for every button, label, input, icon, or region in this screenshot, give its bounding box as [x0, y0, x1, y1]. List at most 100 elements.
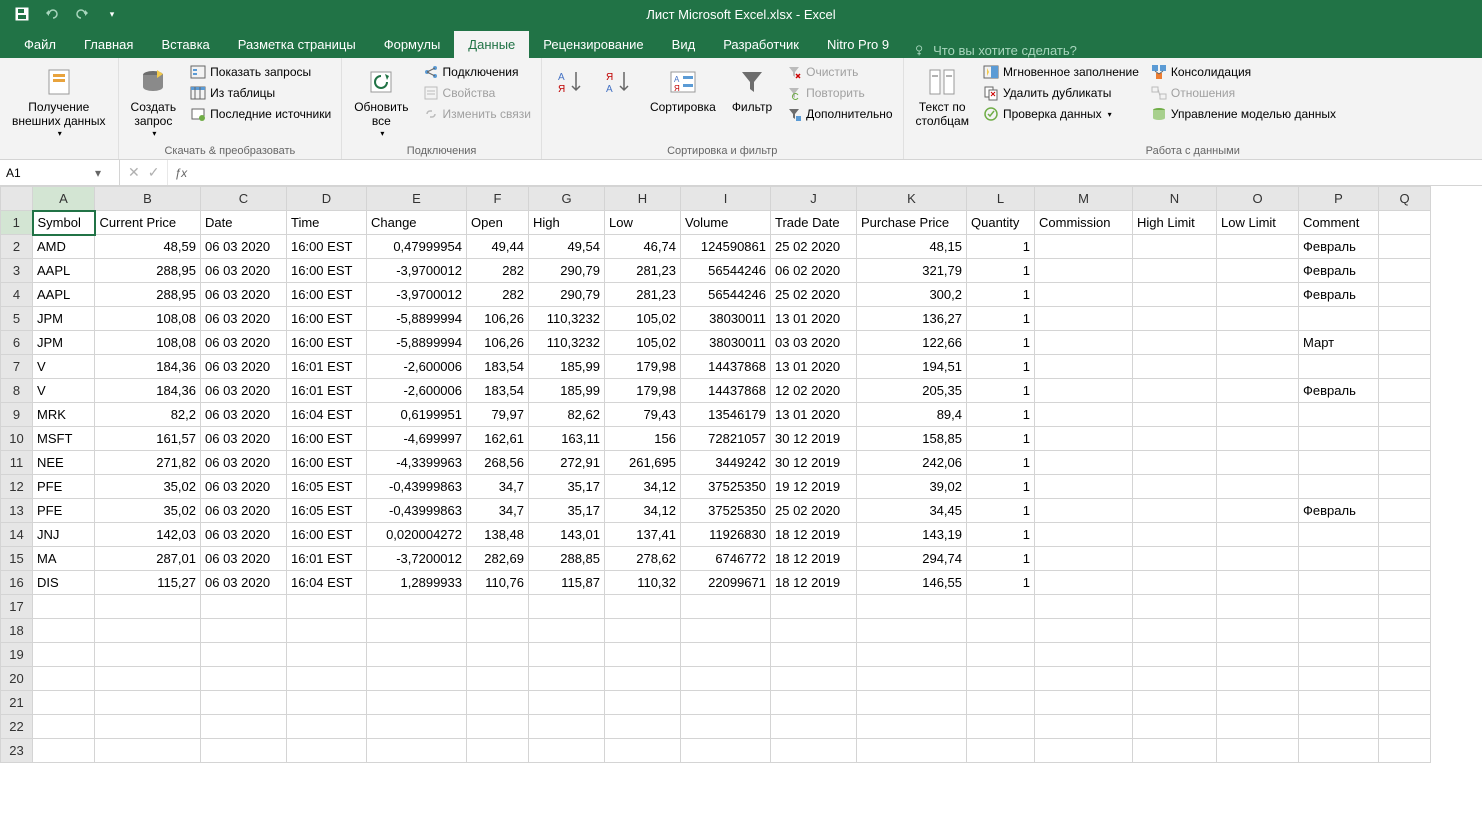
connections-button[interactable]: Подключения [419, 62, 535, 82]
cell[interactable]: AAPL [33, 283, 95, 307]
cell[interactable] [529, 667, 605, 691]
cell[interactable]: -4,699997 [367, 427, 467, 451]
cell[interactable]: 179,98 [605, 355, 681, 379]
cell[interactable] [1299, 571, 1379, 595]
cell[interactable] [967, 691, 1035, 715]
cell[interactable] [1035, 739, 1133, 763]
cell[interactable] [771, 643, 857, 667]
cell[interactable]: 38030011 [681, 307, 771, 331]
column-header-I[interactable]: I [681, 187, 771, 211]
cell[interactable]: 6746772 [681, 547, 771, 571]
cell[interactable]: 1 [967, 283, 1035, 307]
cell[interactable]: 122,66 [857, 331, 967, 355]
cell[interactable] [1379, 523, 1431, 547]
cell[interactable]: 16:05 EST [287, 475, 367, 499]
cell[interactable] [1379, 595, 1431, 619]
cell[interactable]: -0,43999863 [367, 499, 467, 523]
cell[interactable]: 30 12 2019 [771, 451, 857, 475]
cell[interactable] [529, 619, 605, 643]
cell[interactable] [201, 715, 287, 739]
cell[interactable]: 110,76 [467, 571, 529, 595]
cell[interactable]: 290,79 [529, 283, 605, 307]
cell[interactable]: 321,79 [857, 259, 967, 283]
cell[interactable] [967, 643, 1035, 667]
cell[interactable] [857, 595, 967, 619]
cell[interactable]: 34,12 [605, 499, 681, 523]
cell[interactable] [1379, 379, 1431, 403]
cell[interactable]: 18 12 2019 [771, 571, 857, 595]
row-header[interactable]: 19 [1, 643, 33, 667]
cell[interactable]: 48,15 [857, 235, 967, 259]
cell[interactable] [1299, 403, 1379, 427]
cell[interactable]: 18 12 2019 [771, 523, 857, 547]
cell[interactable] [287, 595, 367, 619]
cell[interactable] [95, 595, 201, 619]
cell[interactable] [1035, 259, 1133, 283]
cell[interactable]: 115,27 [95, 571, 201, 595]
cell[interactable]: 11926830 [681, 523, 771, 547]
cell[interactable] [467, 595, 529, 619]
cell[interactable] [605, 643, 681, 667]
cell[interactable] [1379, 283, 1431, 307]
accept-formula-icon[interactable]: ✓ [148, 164, 160, 181]
cell[interactable] [367, 715, 467, 739]
cell[interactable] [95, 739, 201, 763]
row-header[interactable]: 6 [1, 331, 33, 355]
cell[interactable]: 35,02 [95, 475, 201, 499]
tab-разметка страницы[interactable]: Разметка страницы [224, 31, 370, 58]
cell[interactable] [95, 715, 201, 739]
cell[interactable]: 205,35 [857, 379, 967, 403]
row-header[interactable]: 8 [1, 379, 33, 403]
row-header[interactable]: 18 [1, 619, 33, 643]
cell[interactable]: 1 [967, 355, 1035, 379]
cell[interactable]: 142,03 [95, 523, 201, 547]
cell[interactable]: 16:00 EST [287, 451, 367, 475]
sort-za-button[interactable]: ЯA [596, 62, 640, 143]
cell[interactable] [467, 739, 529, 763]
cell[interactable] [857, 715, 967, 739]
cell[interactable] [1035, 379, 1133, 403]
cell[interactable] [1379, 547, 1431, 571]
text-to-columns-button[interactable]: Текст постолбцам [910, 62, 975, 143]
row-header[interactable]: 11 [1, 451, 33, 475]
cell[interactable] [1379, 739, 1431, 763]
cell[interactable] [33, 667, 95, 691]
cell[interactable]: 281,23 [605, 283, 681, 307]
cell[interactable] [287, 643, 367, 667]
cell[interactable] [1379, 427, 1431, 451]
cell[interactable]: 35,17 [529, 499, 605, 523]
tab-nitro pro 9[interactable]: Nitro Pro 9 [813, 31, 903, 58]
cell[interactable]: 146,55 [857, 571, 967, 595]
cell[interactable]: 282 [467, 259, 529, 283]
undo-button[interactable] [40, 3, 64, 25]
advanced-filter-button[interactable]: Дополнительно [782, 104, 896, 124]
get-external-data-button[interactable]: Получениевнешних данных ▾ [6, 62, 112, 159]
cell[interactable] [1379, 355, 1431, 379]
cell[interactable]: Volume [681, 211, 771, 235]
cell[interactable]: 3449242 [681, 451, 771, 475]
cell[interactable] [1133, 595, 1217, 619]
cell[interactable]: Февраль [1299, 259, 1379, 283]
cell[interactable]: 16:04 EST [287, 571, 367, 595]
cell[interactable]: 16:00 EST [287, 259, 367, 283]
cell[interactable] [1133, 403, 1217, 427]
cell[interactable] [1299, 595, 1379, 619]
cell[interactable] [1035, 307, 1133, 331]
cell[interactable] [1035, 499, 1133, 523]
cell[interactable]: 1,2899933 [367, 571, 467, 595]
row-header[interactable]: 21 [1, 691, 33, 715]
cell[interactable] [1133, 283, 1217, 307]
cell[interactable] [771, 715, 857, 739]
cell[interactable]: 49,54 [529, 235, 605, 259]
cell[interactable]: 1 [967, 403, 1035, 427]
cell[interactable] [1217, 619, 1299, 643]
cell[interactable]: 37525350 [681, 499, 771, 523]
cell[interactable] [771, 667, 857, 691]
cell[interactable]: 1 [967, 379, 1035, 403]
cell[interactable]: 1 [967, 451, 1035, 475]
cell[interactable] [1133, 715, 1217, 739]
cell[interactable] [967, 715, 1035, 739]
cell[interactable]: 14437868 [681, 379, 771, 403]
cell[interactable] [1299, 547, 1379, 571]
cell[interactable]: High [529, 211, 605, 235]
